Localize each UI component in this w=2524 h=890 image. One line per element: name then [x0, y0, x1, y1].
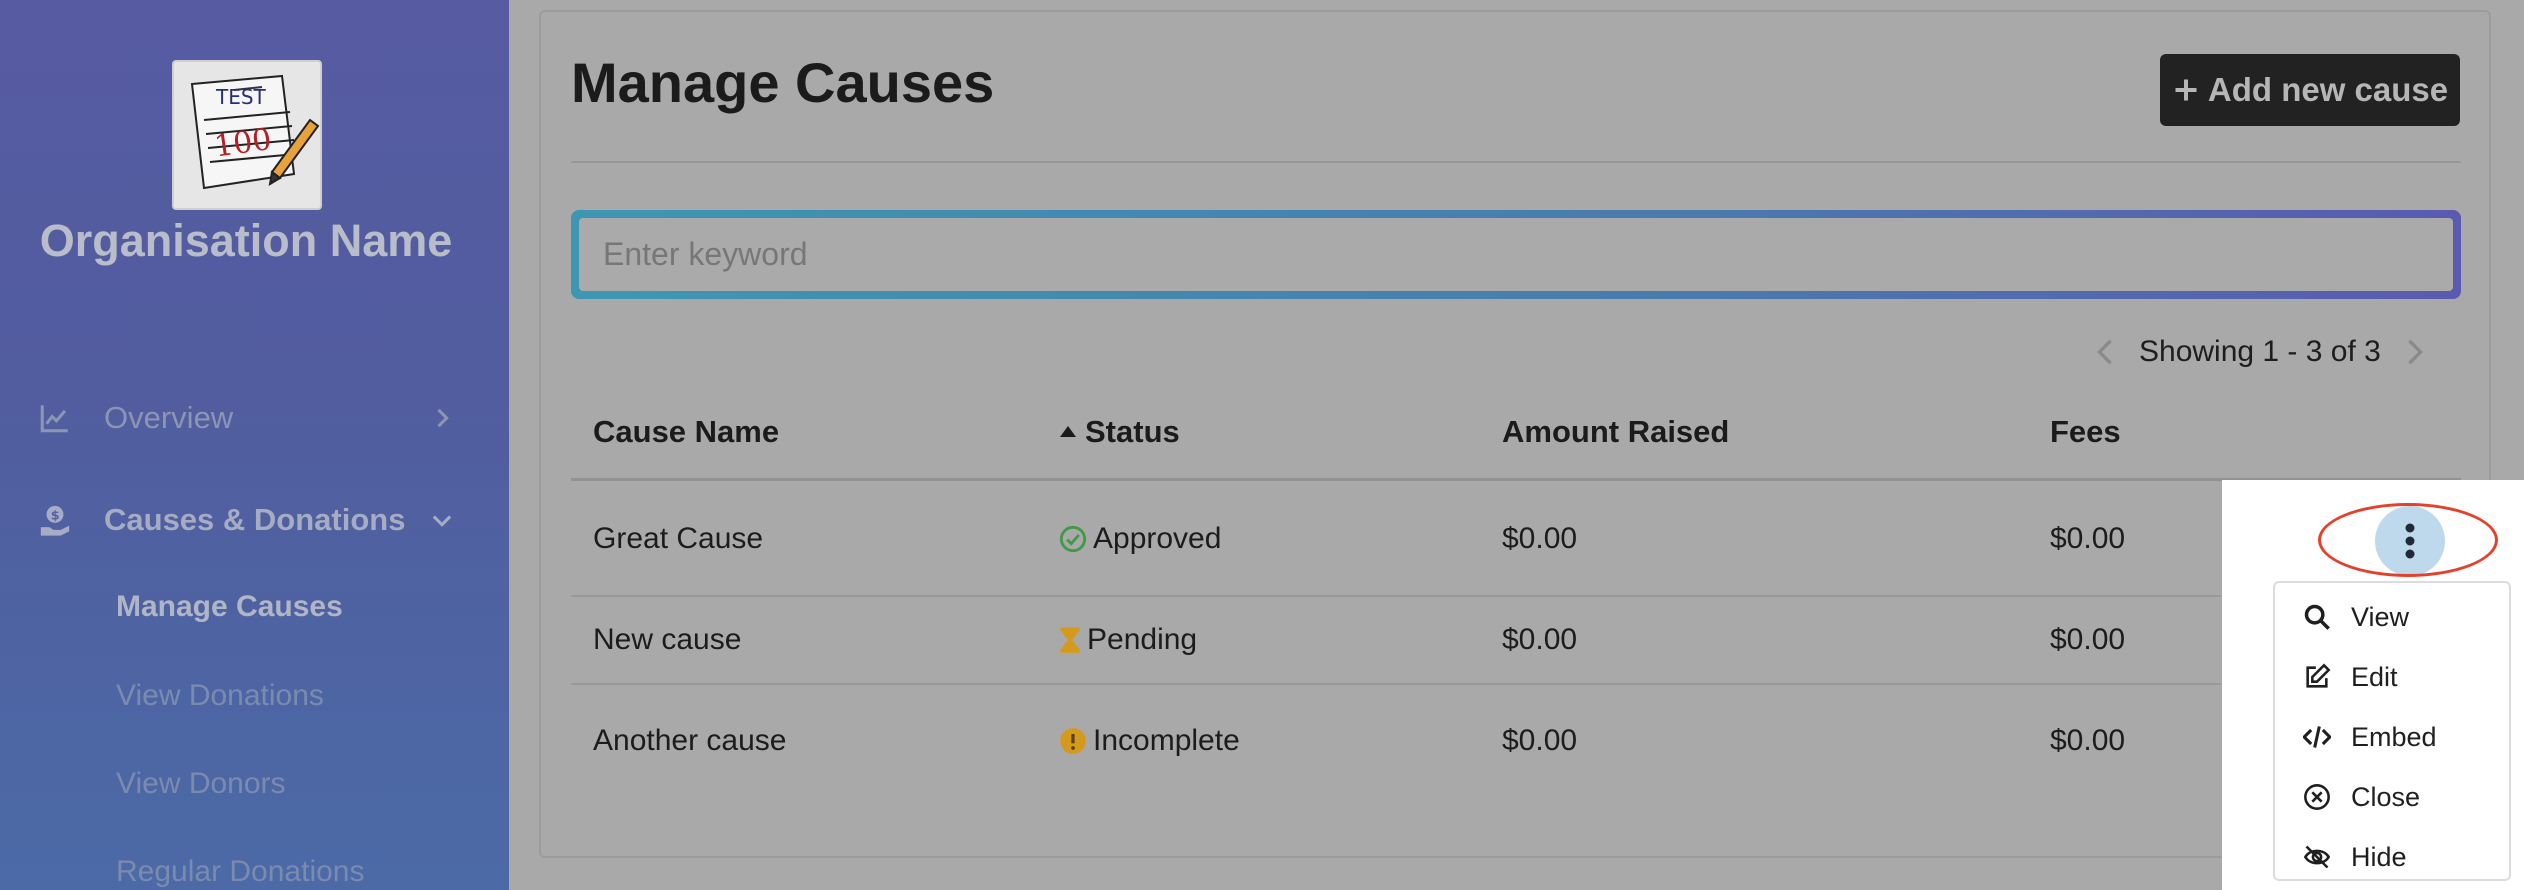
- cell-cause-name: Great Cause: [593, 522, 764, 555]
- column-header-fees[interactable]: Fees: [2050, 414, 2121, 450]
- column-header-status[interactable]: Status: [1059, 414, 1180, 450]
- status-label: Pending: [1087, 623, 1198, 656]
- chevron-down-icon: [432, 515, 452, 527]
- action-embed-label: Embed: [2351, 721, 2437, 752]
- action-hide-label: Hide: [2351, 841, 2407, 872]
- action-hide[interactable]: Hide: [2275, 832, 2511, 882]
- sub-nav-manage-causes[interactable]: Manage Causes: [116, 590, 343, 624]
- code-icon: [2303, 726, 2331, 748]
- edit-icon: [2306, 663, 2331, 688]
- check-circle-icon: [1059, 525, 1087, 553]
- action-view-label: View: [2351, 601, 2410, 632]
- cell-status: Pending: [1059, 623, 1197, 657]
- action-edit-label: Edit: [2351, 661, 2398, 692]
- page-title: Manage Causes: [571, 51, 995, 114]
- chevron-right-icon: [437, 408, 449, 428]
- cell-fees: $0.00: [2050, 724, 2126, 757]
- plus-icon: [2175, 79, 2197, 101]
- sidebar: TEST 100 Organisation Name Overview $ Ca…: [0, 0, 509, 890]
- nav-overview[interactable]: Overview: [0, 388, 509, 448]
- cell-amount-raised: $0.00: [1502, 623, 1578, 656]
- add-new-cause-button[interactable]: Add new cause: [2160, 54, 2460, 126]
- organisation-name: Organisation Name: [39, 215, 453, 266]
- cell-cause-name: Another cause: [593, 724, 787, 757]
- search-wrapper: [571, 210, 2461, 299]
- pagination-text: Showing 1 - 3 of 3: [2139, 335, 2381, 368]
- cell-fees: $0.00: [2050, 623, 2126, 656]
- cell-amount-raised: $0.00: [1502, 522, 1578, 555]
- svg-text:$: $: [51, 508, 60, 523]
- column-header-cause-name[interactable]: Cause Name: [593, 414, 779, 450]
- column-header-status-label: Status: [1085, 414, 1180, 449]
- sub-nav-regular-donations[interactable]: Regular Donations: [116, 855, 364, 889]
- status-label: Approved: [1093, 522, 1222, 555]
- sort-ascending-icon: [1060, 426, 1076, 437]
- cell-amount-raised: $0.00: [1502, 724, 1578, 757]
- nav-causes-label: Causes & Donations: [104, 502, 406, 537]
- pagination: Showing 1 - 3 of 3: [2095, 335, 2425, 369]
- sub-nav-view-donations[interactable]: View Donations: [116, 679, 324, 713]
- exclamation-circle-icon: [1060, 728, 1086, 754]
- sub-nav-view-donors[interactable]: View Donors: [116, 767, 286, 801]
- cell-cause-name: New cause: [593, 623, 742, 656]
- donation-hand-icon: $: [40, 505, 70, 536]
- svg-text:TEST: TEST: [215, 85, 267, 109]
- chevron-left-icon[interactable]: [2095, 338, 2115, 366]
- action-embed[interactable]: Embed: [2275, 712, 2511, 762]
- column-header-amount-raised[interactable]: Amount Raised: [1502, 414, 1729, 450]
- action-edit[interactable]: Edit: [2275, 652, 2511, 702]
- highlight-annotation: [2318, 503, 2498, 577]
- search-input[interactable]: [579, 218, 2453, 291]
- row-divider: [571, 683, 2221, 685]
- test-paper-logo: TEST 100: [190, 74, 320, 190]
- search-icon: [2304, 604, 2330, 630]
- cell-status: Approved: [1059, 522, 1221, 556]
- action-close[interactable]: Close: [2275, 772, 2511, 822]
- row-divider: [571, 595, 2221, 597]
- organisation-logo: TEST 100: [172, 60, 322, 210]
- table-header-divider: [571, 478, 2461, 481]
- eye-slash-icon: [2303, 845, 2331, 869]
- nav-causes-donations[interactable]: $ Causes & Donations: [0, 490, 509, 550]
- title-divider: [571, 161, 2461, 163]
- chevron-right-icon[interactable]: [2405, 338, 2425, 366]
- action-view[interactable]: View: [2275, 592, 2511, 642]
- close-circle-icon: [2304, 784, 2330, 810]
- chart-line-icon: [40, 405, 68, 433]
- hourglass-icon: [1060, 627, 1080, 653]
- cell-status: Incomplete: [1059, 724, 1240, 758]
- add-new-cause-label: Add new cause: [2207, 71, 2449, 108]
- action-close-label: Close: [2351, 781, 2421, 812]
- cell-fees: $0.00: [2050, 522, 2126, 555]
- nav-overview-label: Overview: [104, 400, 234, 435]
- status-label: Incomplete: [1093, 724, 1240, 757]
- actions-dropdown: View Edit Embed Close Hide: [2273, 581, 2511, 881]
